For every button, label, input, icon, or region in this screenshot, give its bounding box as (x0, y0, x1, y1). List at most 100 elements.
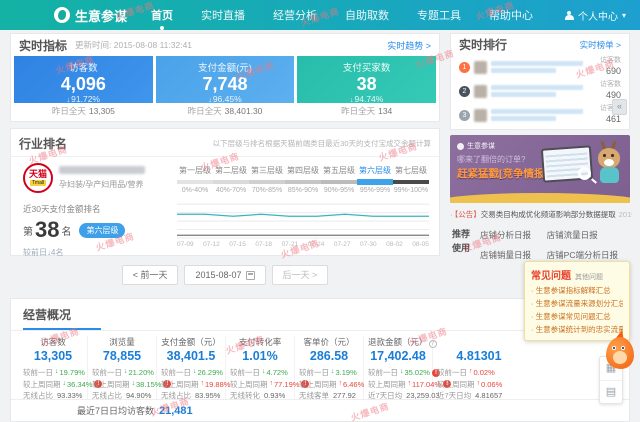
rank-label: 近30天支付金额排名 (23, 203, 173, 215)
realtime-more-link[interactable]: 实时趋势 > (387, 39, 431, 52)
realtime-panel: 实时指标 更新时间: 2015-08-08 11:32:41 实时趋势 > 访客… (10, 33, 440, 122)
level-tab[interactable]: 第七层级 (393, 165, 429, 176)
blurred-item-title (491, 61, 596, 73)
metric-pct: 94.74% (355, 94, 384, 104)
rank-list-item[interactable]: 1 访客数690 (451, 55, 629, 79)
metric-value: 38 (297, 74, 436, 94)
level-tab[interactable]: 第五层级 (321, 165, 357, 176)
recommend-block: 推荐使用 店铺分析日报 店铺流量日报 店铺销量日报 店铺PC端分析日报 (452, 228, 630, 261)
level-tab[interactable]: 第四层级 (285, 165, 321, 176)
down-icon: ↓ (400, 367, 404, 378)
yesterday-value: 38,401.30 (225, 106, 263, 116)
faq-subtitle[interactable]: 其他问题 (575, 272, 603, 282)
industry-trend-svg (177, 201, 429, 239)
metric-label: 访客数 (14, 60, 153, 74)
announcement[interactable]: ·【公告】交易类目构成优化频道影响部分数据提取2015-07-22 (450, 209, 632, 220)
blurred-item-title (491, 85, 596, 97)
level-badge[interactable]: 第六层级 (79, 223, 125, 238)
overview-col-pageviews[interactable]: 浏览量 78,855 较前一日↓21.20% 较上周同期↓38.15%! 无线占… (88, 336, 157, 402)
item-thumbnail (474, 61, 487, 74)
down-icon: ↓ (55, 367, 59, 378)
overview-col-rating[interactable]: 4.81301 较前一日↑0.02% 较上周同期↑0.06% 近7天日均4.81… (433, 336, 525, 402)
metric-value: 4,096 (14, 74, 153, 94)
shop-info: 天猫 Tmall 孕妇装/孕产妇用品/营养 (23, 163, 173, 193)
live-rank-title: 实时排行 (459, 36, 507, 53)
live-rank-link[interactable]: 实时榜单 > (580, 39, 621, 51)
metric-card-visitors[interactable]: 访客数 4,096 ↓91.72% 昨日全天13,305 (14, 56, 153, 120)
down-icon: ↓ (132, 379, 136, 390)
recommend-label: 推荐使用 (452, 228, 472, 261)
metric-card-buyers[interactable]: 支付买家数 38 ↓94.74% 昨日全天134 (297, 56, 436, 120)
promo-banner[interactable]: 生意参谋 哪来了翻倍的订单? 赶紧猛戳[竞争情报] (450, 135, 630, 203)
faq-link[interactable]: 生意参谋流量来源划分汇总 (531, 297, 623, 310)
faq-title: 常见问题 (531, 267, 571, 282)
industry-note: 以下层级与排名根据天猫前端类目最近30天的支付宝成交金额计算 (213, 138, 431, 149)
nav-item-help[interactable]: 帮助中心 (489, 7, 533, 23)
industry-trend-chart: 07-0907-1207-1507-1807-2107-2407-2707-30… (177, 201, 429, 248)
level-range: 40%-70% (213, 187, 249, 194)
rank-list-item[interactable]: 2 访客数490 (451, 79, 629, 103)
trend-x-axis: 07-0907-1207-1507-1807-2107-2407-2707-30… (177, 241, 429, 248)
rank-list-item[interactable]: 3 访客数461 (451, 103, 629, 127)
overview-grid: 访客数 13,305 较前一日↓19.79% 较上周同期↓36.34%! 无线占… (11, 331, 629, 404)
metric-card-payment[interactable]: 支付金额(元) 7,748 ↓96.45% 昨日全天38,401.30 (156, 56, 295, 120)
rank-prefix: 第 (23, 223, 33, 238)
report-link[interactable]: 店铺PC端分析日报 (547, 249, 630, 261)
prev-day-button[interactable]: < 前一天 (122, 265, 179, 285)
realtime-title: 实时指标 (19, 37, 67, 54)
chevron-down-icon: ▾ (622, 11, 626, 20)
assistant-mascot[interactable] (604, 332, 638, 374)
overview-col-conversion[interactable]: 支付转化率 1.01% 较前一日↓4.72% 较上周同期↑77.19%! 无线转… (226, 336, 295, 402)
overview-col-avg-order[interactable]: 客单价（元） 286.58 较前一日↓3.19% 较上周同期↑6.46% 无线客… (295, 336, 364, 402)
item-thumbnail (474, 85, 487, 98)
level-range: 90%-95% (321, 187, 357, 194)
level-tab[interactable]: 第一层级 (177, 165, 213, 176)
announcement-date: 2015-07-22 (619, 210, 632, 219)
overview-col-payment[interactable]: 支付金额（元） 38,401.5 较前一日↓26.29% 较上周同期↑19.88… (157, 336, 226, 402)
metric-value: 7,748 (156, 74, 295, 94)
level-tab[interactable]: 第三层级 (249, 165, 285, 176)
collapse-tab[interactable]: « (612, 99, 627, 115)
nav-item-live[interactable]: 实时直播 (201, 7, 245, 23)
yesterday-label: 昨日全天 (52, 106, 86, 116)
user-menu[interactable]: 个人中心 ▾ (565, 8, 626, 23)
nav-item-home[interactable]: 首页 (151, 7, 173, 23)
report-link[interactable]: 店铺分析日报 (480, 229, 547, 241)
nav-item-tools[interactable]: 专题工具 (417, 7, 461, 23)
rank-metric-value: 461 (600, 114, 621, 125)
level-range: 0%-40% (177, 187, 213, 194)
feedback-icon[interactable]: ▤ (600, 380, 622, 403)
overview-footer: 最近7日日均访客数 21,481 (11, 399, 629, 421)
app-title: 生意参谋 (75, 6, 127, 25)
yesterday-value: 13,305 (89, 106, 115, 116)
overview-col-refund[interactable]: 退款金额（元）? 17,402.48 较前一日↓35.02%! 较上周同期↑11… (364, 336, 433, 402)
report-link[interactable]: 店铺销量日报 (480, 249, 547, 261)
faq-link[interactable]: 生意参谋指标解释汇总 (531, 284, 623, 297)
level-tab-active[interactable]: 第六层级 (357, 165, 393, 176)
metric-label: 支付金额(元) (156, 60, 295, 74)
up-icon: ↑ (201, 379, 205, 390)
faq-link[interactable]: 生意参谋常见问题汇总 (531, 310, 623, 323)
announcement-text: 交易类目构成优化频道影响部分数据提取 (481, 210, 616, 219)
nav-item-analysis[interactable]: 经营分析 (273, 7, 317, 23)
realtime-header: 实时指标 更新时间: 2015-08-08 11:32:41 实时趋势 > (11, 34, 439, 56)
realtime-cards: 访客数 4,096 ↓91.72% 昨日全天13,305 支付金额(元) 7,7… (11, 56, 439, 120)
report-link[interactable]: 店铺流量日报 (547, 229, 630, 241)
rank-2-badge: 2 (459, 86, 470, 97)
up-icon: ↑ (469, 367, 473, 378)
date-navigation: < 前一天 2015-08-07 后一天 > (10, 265, 440, 285)
bullet: · (450, 210, 453, 219)
calendar-icon (246, 271, 255, 280)
date-picker[interactable]: 2015-08-07 (184, 265, 265, 285)
magnifier-icon (578, 167, 591, 180)
deer-mascot (592, 141, 628, 197)
overview-col-visitors[interactable]: 访客数 13,305 较前一日↓19.79% 较上周同期↓36.34%! 无线占… (19, 336, 88, 402)
metric-pct: 91.72% (71, 94, 100, 104)
level-tab[interactable]: 第二层级 (213, 165, 249, 176)
nav-item-data[interactable]: 自助取数 (345, 7, 389, 23)
banner-line1: 哪来了翻倍的订单? (457, 154, 525, 165)
yesterday-label: 昨日全天 (188, 106, 222, 116)
down-icon: ↓ (350, 97, 354, 104)
faq-popup: 常见问题 其他问题 生意参谋指标解释汇总 生意参谋流量来源划分汇总 生意参谋常见… (524, 261, 630, 341)
next-day-button[interactable]: 后一天 > (272, 265, 329, 285)
